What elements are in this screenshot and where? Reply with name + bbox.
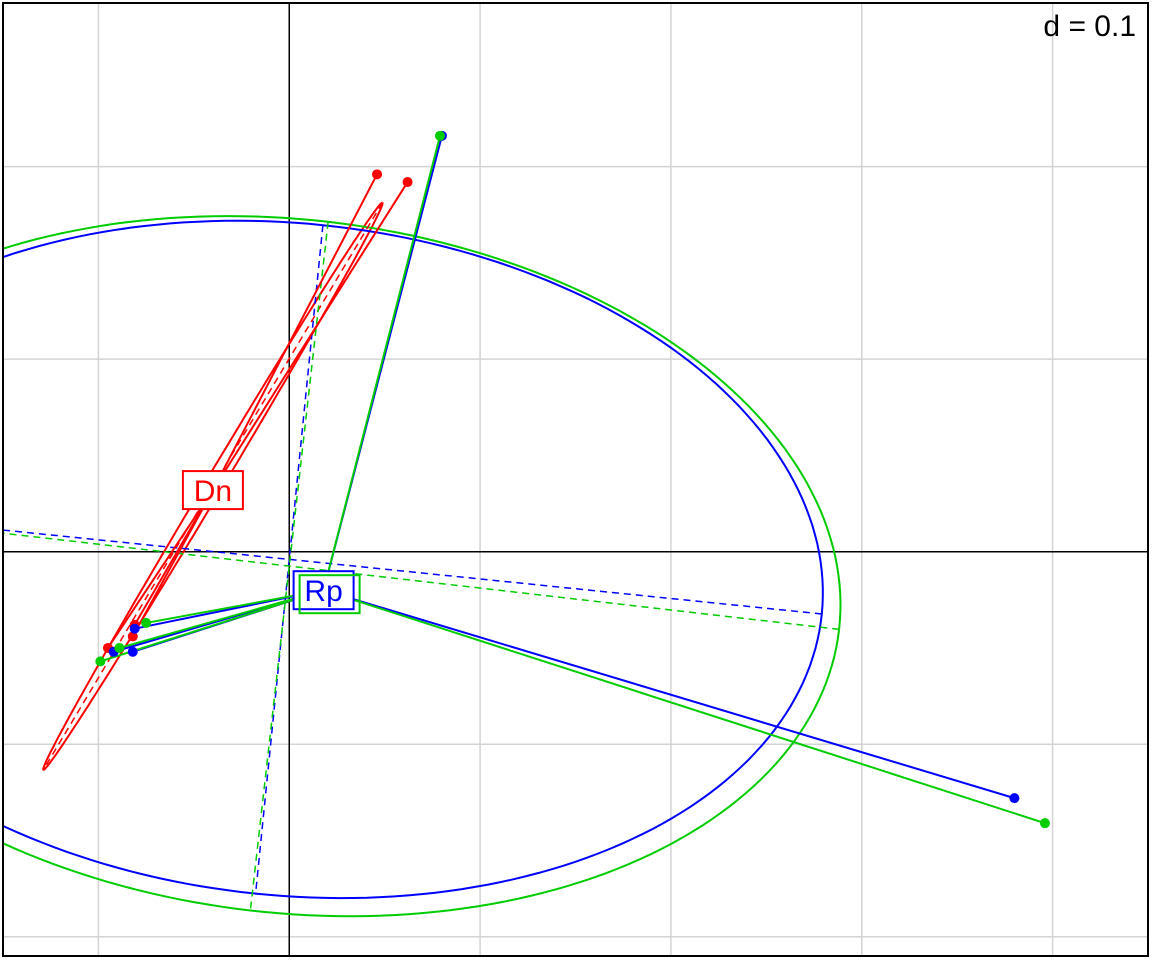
ellipse-Rp-1: [3, 219, 824, 900]
group-labels: Dn Rp: [181, 470, 361, 615]
point-Rp: [114, 642, 125, 653]
point-Dn: [372, 169, 383, 180]
point-Rp: [435, 130, 446, 141]
ellipse-axes: [3, 202, 840, 911]
plot-frame: [2, 2, 1149, 957]
scale-label: d = 0.1: [1043, 10, 1136, 43]
ellipse-major-axis-1: [3, 529, 822, 615]
point-Rp: [129, 623, 140, 634]
ellipse-major-axis-2: [3, 532, 840, 631]
ellipse-Rp-2: [3, 215, 842, 918]
star-link-Dn: [212, 181, 409, 491]
axes: [3, 3, 1148, 956]
point-Rp: [127, 646, 138, 657]
group-label-Rp: Rp: [304, 575, 342, 608]
grid: [3, 3, 1148, 956]
point-Rp: [1009, 793, 1020, 804]
star-link-Rp: [323, 589, 1046, 825]
group-label-Dn: Dn: [194, 475, 232, 508]
star-link-Rp: [323, 589, 1015, 800]
scatter-plot: Dn Rp d = 0.1: [2, 2, 1149, 957]
point-Rp: [95, 656, 106, 667]
point-Rp: [1039, 818, 1050, 829]
point-Dn: [402, 177, 413, 188]
point-Rp: [141, 617, 152, 628]
ellipses: [3, 201, 842, 918]
